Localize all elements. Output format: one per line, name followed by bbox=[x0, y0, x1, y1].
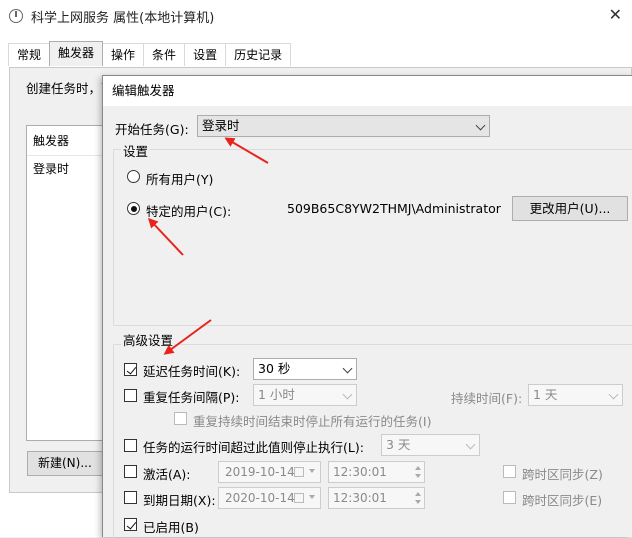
expire-sync-label: 跨时区同步(E) bbox=[522, 493, 603, 508]
stop-if-longer-value: 3 天 bbox=[386, 437, 411, 452]
trigger-description: 创建任务时，可 bbox=[26, 81, 114, 96]
activate-label[interactable]: 激活(A): bbox=[143, 464, 191, 483]
tab-triggers[interactable]: 触发器 bbox=[49, 41, 104, 66]
start-task-value: 登录时 bbox=[202, 118, 240, 133]
expire-sync-checkbox[interactable] bbox=[503, 491, 516, 504]
close-button[interactable]: ✕ bbox=[609, 5, 622, 24]
all-users-radio[interactable] bbox=[127, 170, 140, 183]
chevron-down-icon bbox=[608, 389, 619, 400]
repeat-checkbox[interactable] bbox=[124, 389, 137, 402]
activate-sync-label: 跨时区同步(Z) bbox=[522, 467, 603, 482]
repeat-label[interactable]: 重复任务间隔(P): bbox=[143, 387, 240, 406]
tab-bar: 常规 触发器 操作 条件 设置 历史记录 bbox=[8, 41, 292, 67]
spin-down-icon[interactable] bbox=[415, 500, 421, 504]
delay-value: 30 秒 bbox=[258, 361, 291, 376]
expire-label[interactable]: 到期日期(X): bbox=[143, 490, 216, 509]
spin-up-icon[interactable] bbox=[415, 492, 421, 496]
advanced-group-label: 高级设置 bbox=[121, 330, 176, 349]
calendar-icon bbox=[294, 493, 304, 503]
specific-user-label[interactable]: 特定的用户(C): bbox=[146, 201, 231, 220]
spin-up-icon[interactable] bbox=[415, 466, 421, 470]
delay-label[interactable]: 延迟任务时间(K): bbox=[143, 361, 240, 380]
expire-time-spinner[interactable]: 12:30:01 bbox=[328, 487, 425, 509]
clock-icon bbox=[9, 9, 23, 23]
repeat-select[interactable]: 1 小时 bbox=[253, 384, 357, 406]
stop-if-longer-checkbox[interactable] bbox=[124, 439, 137, 452]
duration-label: 持续时间(F): bbox=[451, 391, 523, 406]
activate-time: 12:30:01 bbox=[333, 465, 387, 479]
activate-checkbox[interactable] bbox=[124, 465, 137, 478]
tab-history[interactable]: 历史记录 bbox=[225, 43, 292, 66]
repeat-value: 1 小时 bbox=[258, 387, 295, 402]
delay-select[interactable]: 30 秒 bbox=[253, 358, 357, 380]
activate-date: 2019-10-14 bbox=[225, 465, 295, 479]
tab-actions[interactable]: 操作 bbox=[102, 43, 145, 66]
window-title: 科学上网服务 属性(本地计算机) bbox=[31, 10, 215, 26]
dialog-title: 编辑触发器 bbox=[103, 76, 632, 106]
activate-sync-checkbox[interactable] bbox=[503, 465, 516, 478]
duration-select[interactable]: 1 天 bbox=[528, 384, 623, 406]
expire-date-picker[interactable]: 2020-10-14 bbox=[218, 487, 321, 509]
stop-if-longer-select[interactable]: 3 天 bbox=[381, 434, 480, 456]
enabled-checkbox[interactable] bbox=[124, 518, 137, 531]
trigger-list-row[interactable]: 登录时 bbox=[27, 156, 103, 181]
trigger-list[interactable]: 触发器 登录时 bbox=[26, 125, 104, 441]
expire-time: 12:30:01 bbox=[333, 491, 387, 505]
chevron-down-icon bbox=[342, 363, 353, 374]
stop-repeat-label: 重复持续时间结束时停止所有运行的任务(I) bbox=[193, 414, 432, 429]
activate-date-picker[interactable]: 2019-10-14 bbox=[218, 461, 321, 483]
chevron-down-icon bbox=[465, 439, 476, 450]
chevron-down-icon bbox=[309, 495, 315, 499]
chevron-down-icon bbox=[475, 120, 486, 131]
stop-repeat-checkbox[interactable] bbox=[174, 412, 187, 425]
activate-time-spinner[interactable]: 12:30:01 bbox=[328, 461, 425, 483]
edit-trigger-dialog: 编辑触发器 开始任务(G): 登录时 设置 所有用户(Y) 特定的用户(C): … bbox=[102, 75, 632, 538]
all-users-label[interactable]: 所有用户(Y) bbox=[146, 169, 213, 188]
trigger-list-header[interactable]: 触发器 bbox=[27, 126, 103, 156]
start-task-label: 开始任务(G): bbox=[115, 122, 189, 137]
settings-group-label: 设置 bbox=[121, 141, 151, 160]
chevron-down-icon bbox=[309, 469, 315, 473]
window-titlebar: 科学上网服务 属性(本地计算机) ✕ bbox=[0, 0, 632, 32]
start-task-select[interactable]: 登录时 bbox=[197, 115, 490, 137]
calendar-icon bbox=[294, 467, 304, 477]
expire-checkbox[interactable] bbox=[124, 491, 137, 504]
user-name: 509B65C8YW2THMJ\Administrator bbox=[287, 201, 501, 216]
tab-conditions[interactable]: 条件 bbox=[143, 43, 186, 66]
duration-value: 1 天 bbox=[533, 387, 558, 402]
expire-date: 2020-10-14 bbox=[225, 491, 295, 505]
stop-if-longer-label[interactable]: 任务的运行时间超过此值则停止执行(L): bbox=[143, 437, 364, 456]
new-trigger-button[interactable]: 新建(N)... bbox=[27, 451, 105, 476]
chevron-down-icon bbox=[342, 389, 353, 400]
specific-user-radio[interactable] bbox=[127, 202, 140, 215]
enabled-label[interactable]: 已启用(B) bbox=[143, 517, 199, 536]
tab-settings[interactable]: 设置 bbox=[184, 43, 227, 66]
spin-down-icon[interactable] bbox=[415, 474, 421, 478]
delay-checkbox[interactable] bbox=[124, 363, 137, 376]
tab-general[interactable]: 常规 bbox=[8, 43, 51, 66]
change-user-button[interactable]: 更改用户(U)... bbox=[512, 196, 628, 221]
